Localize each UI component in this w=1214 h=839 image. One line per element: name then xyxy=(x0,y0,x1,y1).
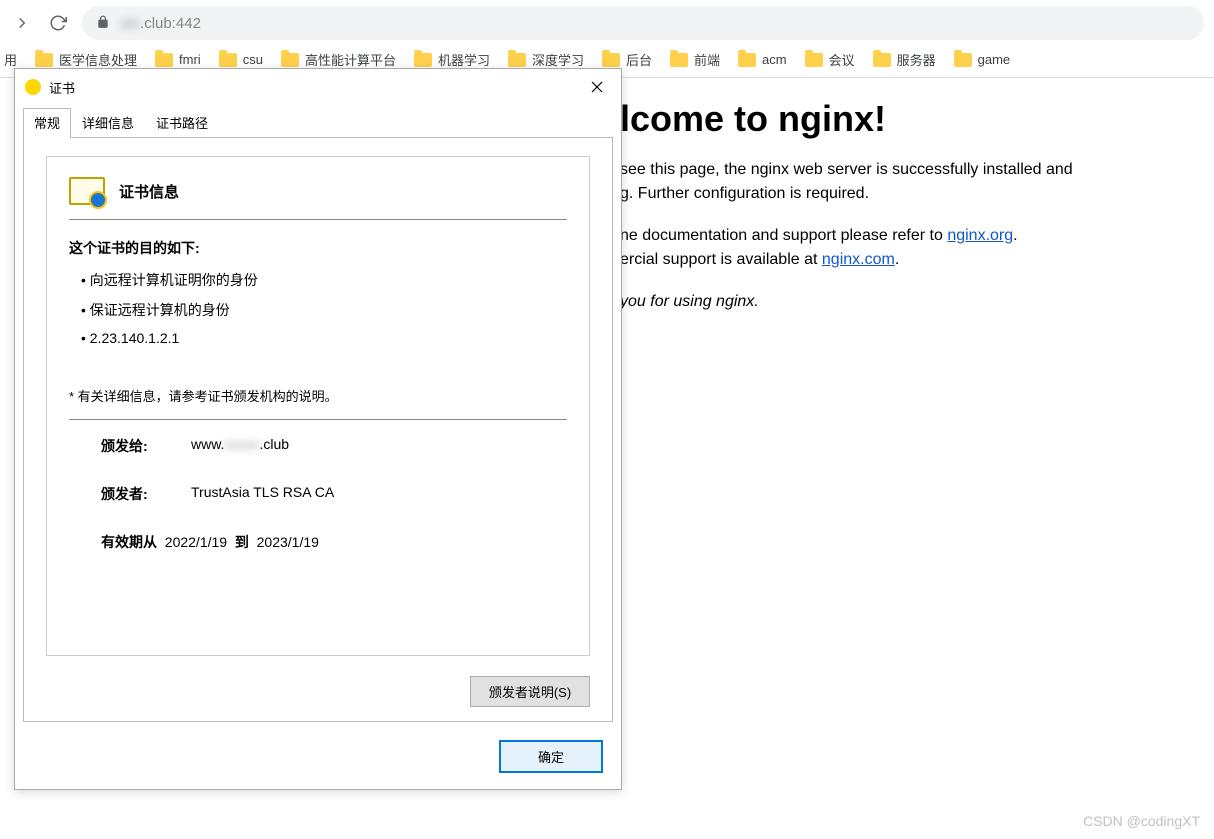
ok-button[interactable]: 确定 xyxy=(499,740,603,773)
bookmark-item[interactable]: 前端 xyxy=(670,50,720,69)
folder-icon xyxy=(508,53,526,67)
nginx-com-link[interactable]: nginx.com xyxy=(822,251,895,268)
url-text: uio.club:442 xyxy=(120,15,201,32)
tab-details[interactable]: 详细信息 xyxy=(71,108,145,138)
nginx-paragraph: ne documentation and support please refe… xyxy=(620,224,1184,272)
nginx-paragraph: see this page, the nginx web server is s… xyxy=(620,158,1184,206)
tab-panel: 证书信息 这个证书的目的如下: 向远程计算机证明你的身份 保证远程计算机的身份 … xyxy=(23,137,613,722)
folder-icon xyxy=(873,53,891,67)
folder-icon xyxy=(414,53,432,67)
purpose-item: 2.23.140.1.2.1 xyxy=(95,330,567,346)
cert-info-heading: 证书信息 xyxy=(119,181,179,202)
folder-icon xyxy=(805,53,823,67)
folder-icon xyxy=(670,53,688,67)
close-button[interactable] xyxy=(583,75,611,99)
browser-toolbar: uio.club:442 xyxy=(0,0,1214,46)
issuer-statement-button[interactable]: 颁发者说明(S) xyxy=(470,676,590,707)
tab-path[interactable]: 证书路径 xyxy=(145,108,219,138)
bookmark-item[interactable]: 医学信息处理 xyxy=(35,50,137,69)
nginx-org-link[interactable]: nginx.org xyxy=(947,227,1013,244)
folder-icon xyxy=(155,53,173,67)
nginx-title: lcome to nginx! xyxy=(620,98,1184,140)
folder-icon xyxy=(738,53,756,67)
bookmark-item[interactable]: 会议 xyxy=(805,50,855,69)
folder-icon xyxy=(602,53,620,67)
bookmark-item[interactable]: csu xyxy=(219,52,263,67)
certificate-large-icon xyxy=(69,177,105,205)
dialog-title: 证书 xyxy=(49,78,75,97)
folder-icon xyxy=(281,53,299,67)
certificate-dialog: 证书 常规 详细信息 证书路径 证书信息 这个证书的目的如下: 向远程计算机证明… xyxy=(14,68,622,790)
folder-icon xyxy=(954,53,972,67)
watermark: CSDN @codingXT xyxy=(1083,813,1200,829)
folder-icon xyxy=(35,53,53,67)
purpose-label: 这个证书的目的如下: xyxy=(69,238,567,258)
issued-to-label: 颁发给: xyxy=(101,436,191,456)
bookmark-item[interactable]: 用 xyxy=(4,50,17,69)
tab-general[interactable]: 常规 xyxy=(23,108,71,138)
issued-by-label: 颁发者: xyxy=(101,484,191,504)
validity-row: 有效期从 2022/1/19 到 2023/1/19 xyxy=(101,532,557,552)
purpose-item: 向远程计算机证明你的身份 xyxy=(95,270,567,290)
bookmark-item[interactable]: 高性能计算平台 xyxy=(281,50,396,69)
bookmark-item[interactable]: 后台 xyxy=(602,50,652,69)
address-bar[interactable]: uio.club:442 xyxy=(82,6,1204,40)
bookmark-item[interactable]: acm xyxy=(738,52,787,67)
bookmark-item[interactable]: 深度学习 xyxy=(508,50,584,69)
tabs-row: 常规 详细信息 证书路径 xyxy=(15,107,621,137)
bookmark-item[interactable]: 机器学习 xyxy=(414,50,490,69)
bookmark-item[interactable]: 服务器 xyxy=(873,50,936,69)
nginx-thanks: you for using nginx. xyxy=(620,290,1184,314)
purpose-item: 保证远程计算机的身份 xyxy=(95,300,567,320)
bookmark-item[interactable]: fmri xyxy=(155,52,201,67)
certificate-icon xyxy=(25,79,41,95)
purpose-list: 向远程计算机证明你的身份 保证远程计算机的身份 2.23.140.1.2.1 xyxy=(69,270,567,346)
lock-icon xyxy=(96,15,110,32)
bookmark-item[interactable]: game xyxy=(954,52,1011,67)
footnote: * 有关详细信息，请参考证书颁发机构的说明。 xyxy=(69,386,567,405)
reload-button[interactable] xyxy=(46,11,70,35)
issued-to-value: www.xxxxx.club xyxy=(191,436,557,456)
folder-icon xyxy=(219,53,237,67)
dialog-titlebar[interactable]: 证书 xyxy=(15,69,621,105)
forward-button[interactable] xyxy=(10,11,34,35)
issued-by-value: TrustAsia TLS RSA CA xyxy=(191,484,557,504)
cert-info-box: 证书信息 这个证书的目的如下: 向远程计算机证明你的身份 保证远程计算机的身份 … xyxy=(46,156,590,656)
